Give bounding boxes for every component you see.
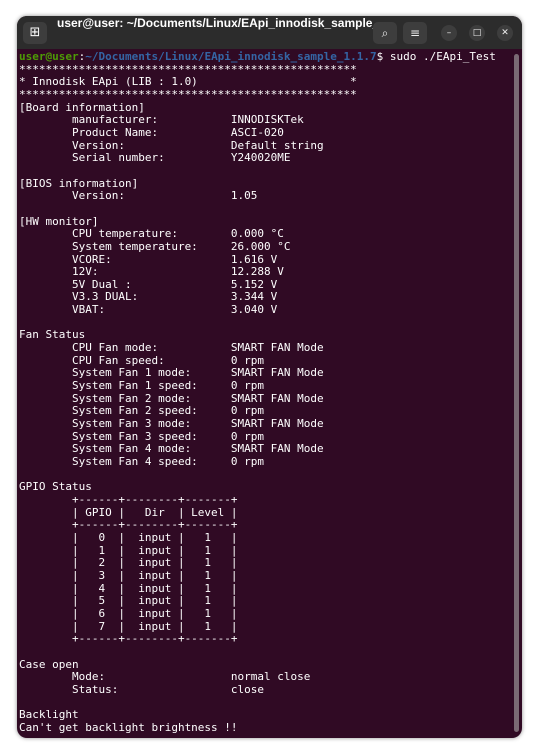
minimize-icon: –: [446, 28, 452, 38]
search-button[interactable]: ⌕: [373, 22, 397, 44]
title-bar: ⊞ user@user: ~/Documents/Linux/EApi_inno…: [17, 16, 522, 49]
output-line: Status: close: [19, 682, 265, 696]
output-line: | 5 | input | 1 |: [19, 594, 238, 608]
output-line: ****************************************…: [19, 87, 357, 101]
output-line: * Innodisk EApi (LIB : 1.0) *: [19, 75, 357, 89]
prompt-user: user@user: [19, 50, 79, 63]
close-button[interactable]: ✕: [497, 25, 513, 41]
hamburger-menu-icon: ≡: [409, 26, 421, 40]
minimize-button[interactable]: –: [441, 25, 457, 41]
terminal-output[interactable]: user@user:~/Documents/Linux/EApi_innodis…: [19, 50, 514, 736]
new-tab-icon: ⊞: [29, 25, 41, 40]
output-line: [BIOS information]: [19, 176, 139, 190]
output-line: | GPIO | Dir | Level |: [19, 505, 238, 519]
output-line: Version: Default string: [19, 138, 324, 152]
output-line: Mode: normal close: [19, 670, 311, 684]
output-line: System Fan 2 speed: 0 rpm: [19, 404, 265, 418]
output-line: VCORE: 1.616 V: [19, 252, 278, 266]
output-line: Version: 1.05: [19, 189, 258, 203]
output-line: System Fan 3 speed: 0 rpm: [19, 429, 265, 443]
output-line: System Fan 2 mode: SMART FAN Mode: [19, 391, 324, 405]
output-line: GPIO Status: [19, 480, 92, 494]
output-line: | 1 | input | 1 |: [19, 543, 238, 557]
output-line: CPU Fan mode: SMART FAN Mode: [19, 341, 324, 355]
output-line: Serial number: Y240020ME: [19, 151, 291, 165]
maximize-button[interactable]: □: [469, 25, 485, 41]
output-line: System Fan 4 speed: 0 rpm: [19, 455, 265, 468]
command-prompt-line: user@user:~/Documents/Linux/EApi_innodis…: [19, 50, 514, 63]
output-line: System Fan 4 mode: SMART FAN Mode: [19, 442, 324, 456]
output-line: V3.3 DUAL: 3.344 V: [19, 290, 278, 304]
output-line: CPU temperature: 0.000 °C: [19, 227, 284, 241]
window-title: user@user: ~/Documents/Linux/EApi_innodi…: [57, 16, 377, 30]
output-line: VBAT: 3.040 V: [19, 303, 278, 317]
output-line: [HW monitor]: [19, 214, 99, 228]
output-line: +------+--------+-------+: [19, 518, 238, 532]
output-line: Backlight: [19, 708, 79, 722]
output-line: +------+--------+-------+: [19, 632, 238, 646]
maximize-icon: □: [472, 28, 482, 38]
search-icon: ⌕: [381, 26, 389, 40]
prompt-command: sudo ./EApi_Test: [383, 50, 496, 63]
output-line: ****************************************…: [19, 62, 357, 76]
output-line: | 4 | input | 1 |: [19, 581, 238, 595]
output-line: CPU Fan speed: 0 rpm: [19, 353, 265, 367]
output-line: manufacturer: INNODISKTek: [19, 113, 304, 127]
output-line: System temperature: 26.000 °C: [19, 239, 291, 253]
output-line: [Board information]: [19, 100, 145, 114]
terminal-window: ⊞ user@user: ~/Documents/Linux/EApi_inno…: [17, 16, 522, 738]
prompt-path: ~/Documents/Linux/EApi_innodisk_sample_1…: [85, 50, 377, 63]
output-line: Product Name: ASCI-020: [19, 125, 284, 139]
output-line: System Fan 3 mode: SMART FAN Mode: [19, 417, 324, 431]
output-line: 5V Dual : 5.152 V: [19, 277, 278, 291]
close-icon: ✕: [501, 28, 509, 38]
output-line: Case open: [19, 657, 79, 671]
output-line: +------+--------+-------+: [19, 492, 238, 506]
output-line: System Fan 1 mode: SMART FAN Mode: [19, 366, 324, 380]
output-line: | 6 | input | 1 |: [19, 606, 238, 620]
output-line: | 2 | input | 1 |: [19, 556, 238, 570]
new-tab-button[interactable]: ⊞: [23, 22, 47, 44]
output-line: | 0 | input | 1 |: [19, 530, 238, 544]
menu-button[interactable]: ≡: [403, 22, 427, 44]
output-line: Fan Status: [19, 328, 86, 342]
output-line: | 3 | input | 1 |: [19, 568, 238, 582]
output-lines: ****************************************…: [19, 63, 514, 734]
output-line: Can't get backlight brightness !!: [19, 720, 238, 734]
scrollbar[interactable]: [514, 54, 519, 732]
output-line: 12V: 12.288 V: [19, 265, 284, 279]
output-line: | 7 | input | 1 |: [19, 619, 238, 633]
output-line: System Fan 1 speed: 0 rpm: [19, 379, 265, 393]
